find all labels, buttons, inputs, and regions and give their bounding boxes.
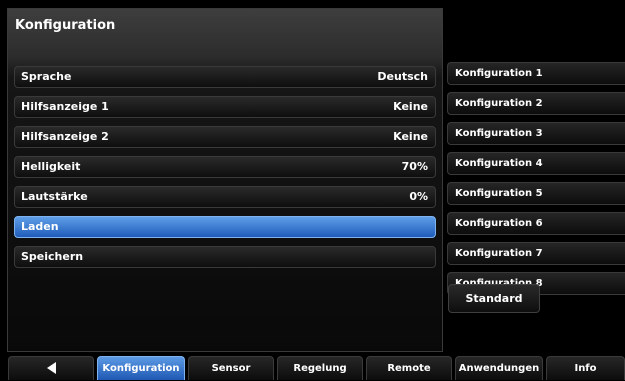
configuration-panel: Konfiguration Sprache Deutsch Hilfsanzei… [7,8,443,352]
config-slot-6[interactable]: Konfiguration 6 [447,212,625,235]
standard-button[interactable]: Standard [448,284,540,313]
config-slot-7[interactable]: Konfiguration 7 [447,242,625,265]
tab-sensor[interactable]: Sensor [188,356,274,380]
setting-label: Hilfsanzeige 2 [21,130,109,143]
setting-row-speichern[interactable]: Speichern [14,246,436,268]
setting-row-lautstaerke[interactable]: Lautstärke 0% [14,186,436,208]
back-button[interactable] [8,356,94,380]
config-slot-2[interactable]: Konfiguration 2 [447,92,625,115]
setting-value: Deutsch [377,70,428,83]
setting-label: Lautstärke [21,190,88,203]
setting-row-laden[interactable]: Laden [14,216,436,238]
panel-title: Konfiguration [15,18,116,33]
configuration-slot-list: Konfiguration 1 Konfiguration 2 Konfigur… [447,62,625,302]
setting-label: Helligkeit [21,160,81,173]
back-arrow-icon [46,362,56,374]
setting-row-hilfsanzeige-1[interactable]: Hilfsanzeige 1 Keine [14,96,436,118]
tab-regelung[interactable]: Regelung [277,356,363,380]
setting-row-hilfsanzeige-2[interactable]: Hilfsanzeige 2 Keine [14,126,436,148]
setting-label: Laden [21,220,59,233]
tab-remote[interactable]: Remote [366,356,452,380]
bottom-tab-bar: Konfiguration Sensor Regelung Remote Anw… [0,356,625,380]
tab-info[interactable]: Info [546,356,625,380]
setting-row-helligkeit[interactable]: Helligkeit 70% [14,156,436,178]
config-slot-4[interactable]: Konfiguration 4 [447,152,625,175]
setting-label: Sprache [21,70,72,83]
setting-value: Keine [393,100,428,113]
setting-value: 0% [409,190,428,203]
config-slot-1[interactable]: Konfiguration 1 [447,62,625,85]
config-slot-5[interactable]: Konfiguration 5 [447,182,625,205]
setting-value: Keine [393,130,428,143]
setting-value: 70% [401,160,428,173]
setting-label: Speichern [21,250,84,263]
tab-anwendungen[interactable]: Anwendungen [455,356,543,380]
settings-list: Sprache Deutsch Hilfsanzeige 1 Keine Hil… [14,66,436,276]
setting-row-sprache[interactable]: Sprache Deutsch [14,66,436,88]
tab-konfiguration[interactable]: Konfiguration [97,356,185,380]
config-slot-3[interactable]: Konfiguration 3 [447,122,625,145]
setting-label: Hilfsanzeige 1 [21,100,109,113]
